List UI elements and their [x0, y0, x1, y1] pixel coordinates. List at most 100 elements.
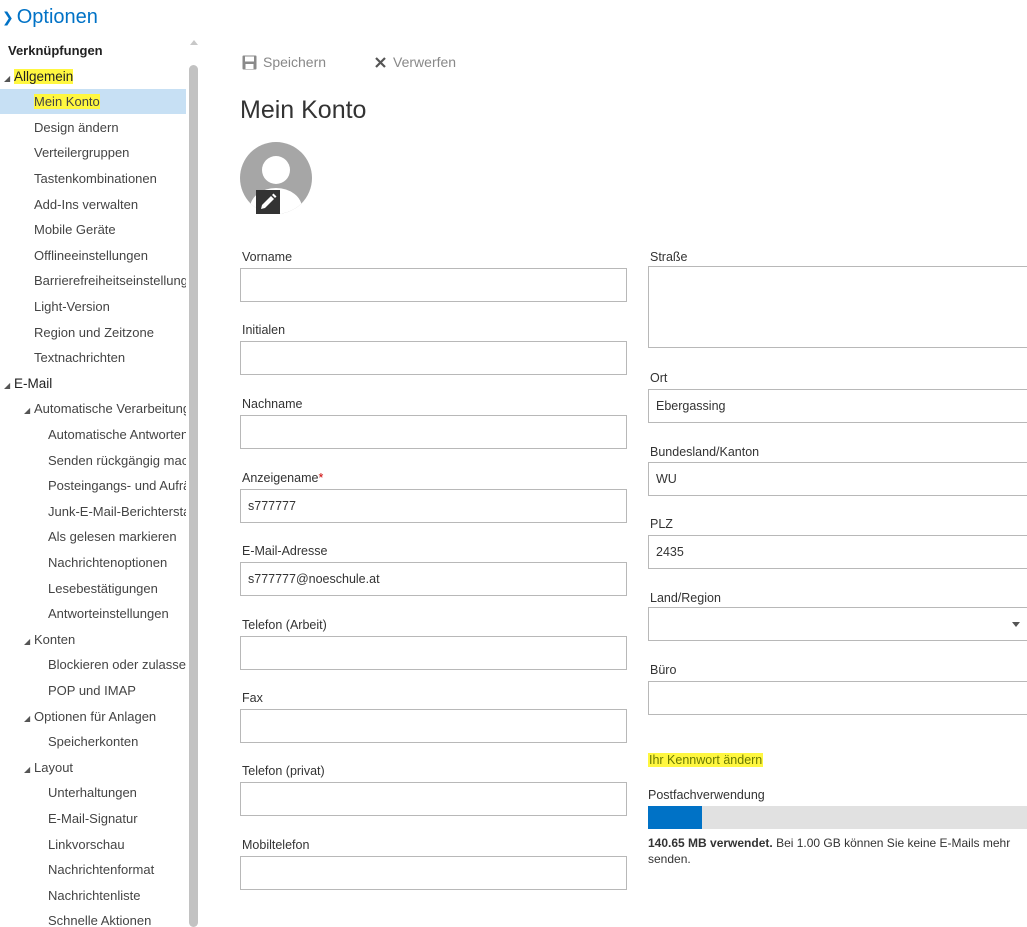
sidebar-item-label: Layout: [34, 759, 74, 775]
sidebar-item[interactable]: E-Mail-Signatur: [0, 806, 186, 831]
sidebar-item[interactable]: Schnelle Aktionen: [0, 908, 186, 927]
city-field[interactable]: Ebergassing: [648, 389, 1027, 423]
edit-pencil-icon[interactable]: [256, 190, 280, 214]
sidebar-item-label: Mein Konto: [34, 94, 100, 110]
floppy-disk-icon: [242, 55, 257, 69]
sidebar-item-label: Light-Version: [34, 299, 110, 314]
office-field[interactable]: [648, 681, 1027, 715]
change-password-link[interactable]: Ihr Kennwort ändern: [648, 753, 764, 767]
discard-button[interactable]: Verwerfen: [374, 54, 456, 70]
required-asterisk: *: [318, 471, 324, 485]
sidebar-item[interactable]: ◢ Automatische Verarbeitung: [0, 396, 186, 421]
sidebar-item[interactable]: Light-Version: [0, 294, 186, 319]
profile-photo[interactable]: [240, 142, 312, 214]
sidebar-item[interactable]: Verknüpfungen: [0, 38, 186, 63]
sidebar-item[interactable]: Tastenkombinationen: [0, 166, 186, 191]
country-select[interactable]: [648, 607, 1027, 641]
mailbox-usage-fill: [648, 806, 702, 829]
sidebar-item-label: Allgemein: [14, 68, 74, 84]
sidebar-item-label: Konten: [34, 631, 76, 647]
sidebar-item[interactable]: Posteingangs- und Aufräumregeln: [0, 473, 186, 498]
page-header[interactable]: ❯ Optionen: [0, 4, 98, 30]
street-field[interactable]: [648, 266, 1027, 348]
save-button[interactable]: Speichern: [242, 54, 326, 70]
fax-field[interactable]: [240, 709, 627, 743]
sidebar-item-label: Posteingangs- und Aufräumregeln: [48, 478, 186, 494]
sidebar-scrollbar[interactable]: [188, 38, 202, 927]
sidebar-item[interactable]: Senden rückgängig machen: [0, 448, 186, 473]
expand-triangle-icon[interactable]: ◢: [24, 629, 34, 652]
sidebar-item[interactable]: Mobile Geräte: [0, 217, 186, 242]
sidebar-item-label: Add-Ins verwalten: [34, 196, 139, 212]
display-name-label: Anzeigename*: [242, 471, 323, 485]
sidebar-item[interactable]: POP und IMAP: [0, 678, 186, 703]
initials-field[interactable]: [240, 341, 627, 375]
sidebar-item[interactable]: ◢ E-Mail: [0, 371, 186, 396]
mobile-phone-field[interactable]: [240, 856, 627, 890]
sidebar-item-label: Lesebestätigungen: [48, 580, 158, 596]
scroll-thumb[interactable]: [189, 65, 198, 927]
sidebar-item[interactable]: Add-Ins verwalten: [0, 192, 186, 217]
sidebar-item-label: Textnachrichten: [34, 350, 126, 366]
zip-field[interactable]: 2435: [648, 535, 1027, 569]
mailbox-usage-text: 140.65 MB verwendet. Bei 1.00 GB können …: [648, 835, 1027, 867]
back-chevron-icon[interactable]: ❯: [2, 9, 14, 26]
sidebar-item[interactable]: Lesebestätigungen: [0, 576, 186, 601]
sidebar-item-label: Offlineeinstellungen: [34, 247, 148, 263]
sidebar-item-label: Senden rückgängig machen: [48, 452, 186, 468]
expand-triangle-icon[interactable]: ◢: [24, 757, 34, 780]
sidebar-item[interactable]: Region und Zeitzone: [0, 320, 186, 345]
last-name-label: Nachname: [242, 397, 302, 411]
expand-triangle-icon[interactable]: ◢: [4, 373, 14, 396]
expand-triangle-icon[interactable]: ◢: [24, 398, 34, 421]
email-address-label-text: E-Mail-Adresse: [242, 544, 328, 558]
sidebar-item-label: Optionen für Anlagen: [34, 708, 157, 724]
display-name-field[interactable]: s777777: [240, 489, 627, 523]
save-label: Speichern: [263, 54, 327, 70]
sidebar-item[interactable]: Design ändern: [0, 115, 186, 140]
scroll-up-arrow-icon[interactable]: [190, 40, 198, 45]
sidebar-item[interactable]: Mein Konto: [0, 89, 186, 115]
zip-label: PLZ: [650, 517, 673, 531]
work-phone-label: Telefon (Arbeit): [242, 618, 327, 632]
sidebar-item[interactable]: Nachrichtenoptionen: [0, 550, 186, 575]
work-phone-field[interactable]: [240, 636, 627, 670]
first-name-label: Vorname: [242, 250, 292, 264]
sidebar-item-label: Junk-E-Mail-Berichterstattung: [48, 503, 186, 519]
mailbox-usage-label: Postfachverwendung: [648, 788, 765, 802]
sidebar-item[interactable]: Antworteinstellungen: [0, 601, 186, 626]
sidebar-item[interactable]: ◢ Allgemein: [0, 64, 186, 89]
sidebar-item-label: Automatische Antworten: [48, 427, 186, 442]
home-phone-field[interactable]: [240, 782, 627, 816]
sidebar-item[interactable]: ◢ Optionen für Anlagen: [0, 704, 186, 729]
sidebar-item[interactable]: Linkvorschau: [0, 832, 186, 857]
sidebar-item[interactable]: Blockieren oder zulassen: [0, 652, 186, 677]
expand-triangle-icon[interactable]: ◢: [24, 706, 34, 729]
sidebar-item[interactable]: Nachrichtenformat: [0, 857, 186, 882]
sidebar-item[interactable]: Verteilergruppen: [0, 140, 186, 165]
email-address-field[interactable]: s777777@noeschule.at: [240, 562, 627, 596]
first-name-field[interactable]: [240, 268, 627, 302]
last-name-field[interactable]: [240, 415, 627, 449]
sidebar-item[interactable]: Offlineeinstellungen: [0, 243, 186, 268]
sidebar-item[interactable]: Speicherkonten: [0, 729, 186, 754]
sidebar-item-label: Verteilergruppen: [34, 145, 130, 161]
sidebar-item[interactable]: ◢ Layout: [0, 755, 186, 780]
toolbar: Speichern Verwerfen: [242, 52, 504, 72]
sidebar-item-label: Barrierefreiheitseinstellungen: [34, 273, 186, 289]
sidebar-item-label: Verknüpfungen: [8, 43, 103, 58]
sidebar-item-label: Blockieren oder zulassen: [48, 657, 186, 673]
state-field[interactable]: WU: [648, 462, 1027, 496]
expand-triangle-icon[interactable]: ◢: [4, 66, 14, 89]
sidebar-item[interactable]: Textnachrichten: [0, 345, 186, 370]
home-phone-label: Telefon (privat): [242, 764, 325, 778]
sidebar-item[interactable]: ◢ Konten: [0, 627, 186, 652]
sidebar-item[interactable]: Unterhaltungen: [0, 780, 186, 805]
sidebar-item[interactable]: Barrierefreiheitseinstellungen: [0, 268, 186, 293]
sidebar-item[interactable]: Nachrichtenliste: [0, 883, 186, 908]
sidebar-item[interactable]: Junk-E-Mail-Berichterstattung: [0, 499, 186, 524]
sidebar-item[interactable]: Als gelesen markieren: [0, 524, 186, 549]
sidebar-item[interactable]: Automatische Antworten: [0, 422, 186, 447]
email-address-label: E-Mail-Adresse: [242, 544, 327, 558]
sidebar-item-label: Automatische Verarbeitung: [34, 401, 186, 417]
